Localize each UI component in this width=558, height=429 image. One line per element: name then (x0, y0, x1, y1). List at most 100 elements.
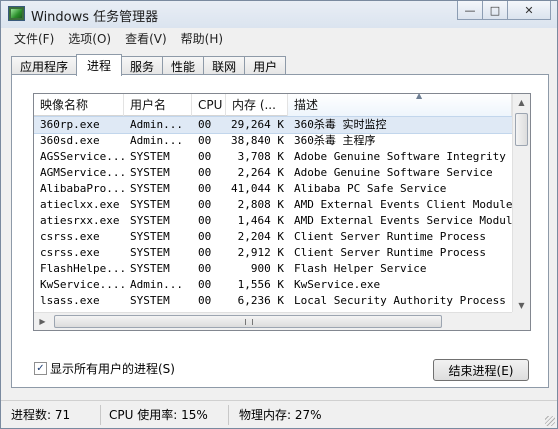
process-memory-cell: 1,556 K (237, 278, 284, 291)
show-all-checkbox[interactable]: ✓ (34, 362, 47, 375)
column-image-name[interactable]: 映像名称 (34, 94, 124, 116)
process-memory-cell: 2,204 K (237, 230, 284, 243)
close-button[interactable]: ✕ (507, 1, 551, 20)
show-all-users-option[interactable]: ✓ 显示所有用户的进程(S) (34, 360, 175, 377)
table-row[interactable]: atiesrxx.exe SYSTEM 00 1,464 K AMD External … (34, 213, 512, 229)
menu-file[interactable]: 文件(F) (7, 30, 61, 47)
tab-users[interactable]: 用户 (244, 56, 287, 75)
process-memory-cell: 6,236 K (237, 294, 284, 307)
tab-performance[interactable]: 性能 (162, 56, 205, 75)
process-user-cell: SYSTEM (130, 214, 170, 227)
scroll-right-button[interactable]: ▶ (34, 313, 51, 330)
table-row[interactable]: csrss.exe SYSTEM 00 2,912 K Client Server Ru… (34, 245, 512, 261)
process-memory-cell: 2,264 K (237, 166, 284, 179)
table-row[interactable]: AGSService... SYSTEM 00 3,708 K Adobe Genuin… (34, 149, 512, 165)
table-row[interactable]: FlashHelpe... SYSTEM 00 900 K Flash Helper S… (34, 261, 512, 277)
process-user-cell: SYSTEM (130, 182, 170, 195)
table-row[interactable]: 360rp.exe Admin... 00 29,264 K 360杀毒 实时监控 (34, 116, 513, 134)
tab-processes[interactable]: 进程 (76, 54, 123, 76)
process-name-cell: 360sd.exe (40, 134, 100, 147)
process-description-cell: Client Server Runtime Process (294, 246, 487, 259)
process-user-cell: SYSTEM (130, 198, 170, 211)
arrow-down-icon: ▼ (518, 301, 525, 310)
vertical-scroll-thumb[interactable] (515, 113, 528, 146)
column-memory[interactable]: 内存 (... (226, 94, 288, 116)
table-row[interactable]: AlibabaPro... SYSTEM 00 41,044 K Alibaba PC … (34, 181, 512, 197)
task-manager-window: Windows 任务管理器 — □ ✕ 文件(F) 选项(O) 查看(V) 帮助… (0, 0, 558, 429)
table-row[interactable]: 360sd.exe Admin... 00 38,840 K 360杀毒 主程序 (34, 133, 512, 149)
arrow-right-icon: ▶ (39, 317, 46, 326)
horizontal-scroll-thumb[interactable] (54, 315, 442, 328)
scrollbar-corner (512, 312, 530, 330)
process-cpu-cell: 00 (198, 134, 212, 147)
scroll-up-button[interactable]: ▲ (513, 94, 530, 111)
resize-grip-icon[interactable] (545, 416, 555, 426)
tab-strip: 应用程序 进程 服务 性能 联网 用户 (11, 54, 287, 76)
status-cpu-usage: CPU 使用率: 15% (101, 404, 229, 425)
tab-applications[interactable]: 应用程序 (11, 56, 78, 75)
column-description[interactable]: 描述 ▲ (288, 94, 512, 116)
maximize-icon: □ (489, 3, 501, 17)
menu-options[interactable]: 选项(O) (61, 30, 118, 47)
process-memory-cell: 2,912 K (237, 246, 284, 259)
process-cpu-cell: 00 (198, 278, 212, 291)
table-row[interactable]: lsass.exe SYSTEM 00 6,236 K Local Security A… (34, 293, 512, 309)
process-cpu-cell: 00 (198, 246, 212, 259)
process-name-cell: AlibabaPro... (40, 182, 124, 195)
table-row[interactable]: AGMService... SYSTEM 00 2,264 K Adobe Genuin… (34, 165, 512, 181)
process-name-cell: FlashHelpe... (40, 262, 124, 275)
process-cpu-cell: 00 (198, 294, 212, 307)
horizontal-scrollbar[interactable]: ◀ ▶ (34, 312, 512, 330)
process-cpu-cell: 00 (198, 230, 212, 243)
show-all-label: 显示所有用户的进程(S) (50, 362, 175, 376)
table-row[interactable]: KwService.... Admin... 00 1,556 K KwService.… (34, 277, 512, 293)
end-process-button[interactable]: 结束进程(E) (433, 359, 529, 381)
menu-help[interactable]: 帮助(H) (174, 30, 230, 47)
list-header: 映像名称 用户名 CPU 内存 (... 描述 ▲ (34, 94, 512, 116)
process-user-cell: Admin... (130, 118, 183, 131)
grip-icon (245, 319, 253, 325)
process-user-cell: SYSTEM (130, 262, 170, 275)
title-bar[interactable]: Windows 任务管理器 — □ ✕ (1, 1, 557, 28)
table-row[interactable]: csrss.exe SYSTEM 00 2,204 K Client Server Ru… (34, 229, 512, 245)
processes-panel: 映像名称 用户名 CPU 内存 (... 描述 ▲ 360rp.exe Admin… (11, 74, 549, 388)
process-cpu-cell: 00 (198, 118, 212, 131)
tab-networking[interactable]: 联网 (203, 56, 246, 75)
process-cpu-cell: 00 (198, 150, 212, 163)
minimize-icon: — (464, 3, 476, 17)
process-list[interactable]: 映像名称 用户名 CPU 内存 (... 描述 ▲ 360rp.exe Admin… (33, 93, 531, 331)
status-process-count: 进程数: 71 (1, 404, 101, 425)
process-cpu-cell: 00 (198, 198, 212, 211)
column-user-name[interactable]: 用户名 (124, 94, 192, 116)
sort-ascending-icon: ▲ (416, 94, 423, 100)
process-cpu-cell: 00 (198, 262, 212, 275)
process-user-cell: Admin... (130, 278, 183, 291)
vertical-scrollbar[interactable]: ▲ ▼ (512, 94, 530, 314)
process-memory-cell: 38,840 K (231, 134, 284, 147)
process-cpu-cell: 00 (198, 214, 212, 227)
process-description-cell: AMD External Events Client Module (294, 198, 512, 211)
column-cpu[interactable]: CPU (192, 94, 226, 116)
process-memory-cell: 41,044 K (231, 182, 284, 195)
menu-view[interactable]: 查看(V) (118, 30, 174, 47)
process-name-cell: 360rp.exe (40, 118, 100, 131)
process-description-cell: Flash Helper Service (294, 262, 427, 275)
window-controls: — □ ✕ (457, 1, 551, 20)
process-memory-cell: 3,708 K (237, 150, 284, 163)
checkmark-icon: ✓ (36, 363, 45, 374)
process-user-cell: SYSTEM (130, 166, 170, 179)
minimize-button[interactable]: — (457, 1, 483, 20)
process-name-cell: atiesrxx.exe (40, 214, 120, 227)
tab-services[interactable]: 服务 (121, 56, 164, 75)
process-description-cell: KwService.exe (294, 278, 381, 291)
status-physical-memory: 物理内存: 27% (239, 407, 322, 422)
process-name-cell: KwService.... (40, 278, 124, 291)
close-icon: ✕ (524, 3, 534, 17)
maximize-button[interactable]: □ (482, 1, 508, 20)
process-description-cell: Client Server Runtime Process (294, 230, 487, 243)
process-cpu-cell: 00 (198, 182, 212, 195)
window-title: Windows 任务管理器 (31, 10, 159, 25)
process-memory-cell: 29,264 K (231, 118, 284, 131)
table-row[interactable]: atieclxx.exe SYSTEM 00 2,808 K AMD External … (34, 197, 512, 213)
status-bar: 进程数: 71 CPU 使用率: 15% 物理内存: 27% (1, 400, 557, 428)
